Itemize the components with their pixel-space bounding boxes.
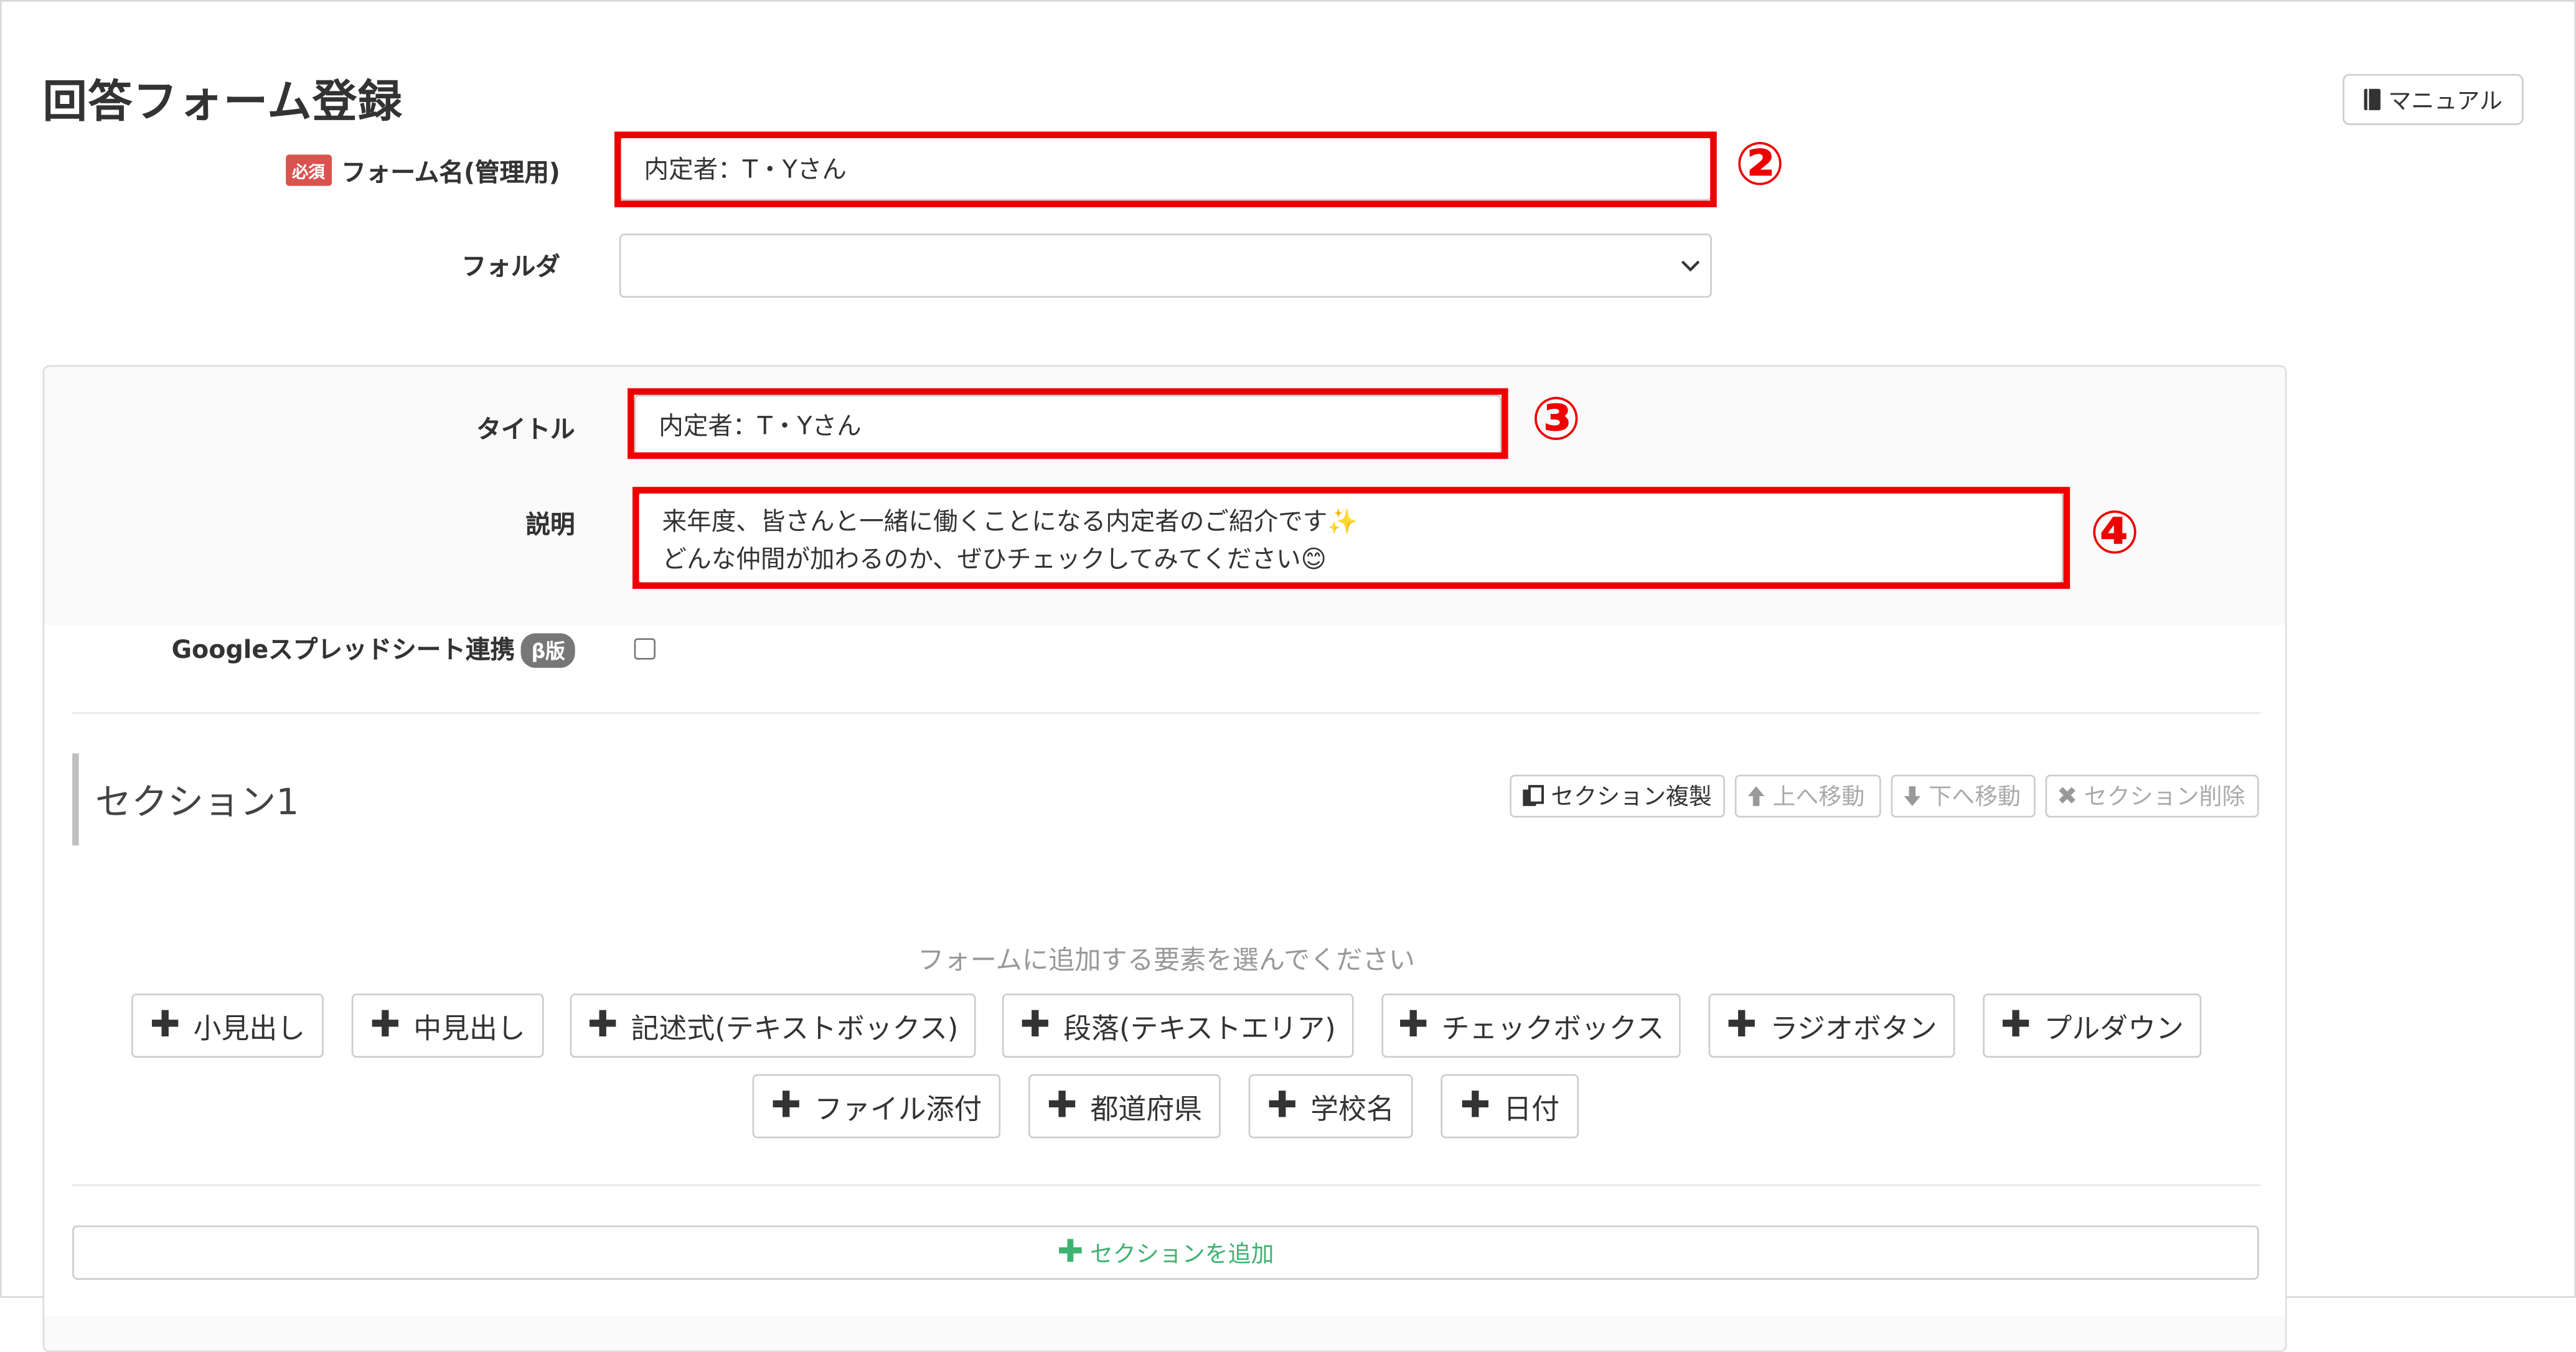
element-label: チェックボックス — [1441, 1013, 1665, 1046]
title-label: タイトル — [476, 414, 575, 444]
arrow-down-icon — [1904, 786, 1920, 806]
close-icon: ✖ — [2057, 781, 2078, 811]
plus-icon: ✚ — [1020, 1004, 1051, 1046]
add-file-button[interactable]: ✚ ファイル添付 — [752, 1074, 1001, 1138]
plus-icon: ✚ — [1726, 1004, 1757, 1046]
form-name-label-row: 必須 フォーム名(管理用) — [164, 154, 560, 189]
copy-section-button[interactable]: セクション複製 — [1510, 774, 1725, 818]
plus-icon: ✚ — [1460, 1084, 1491, 1126]
description-line-2: どんな仲間が加わるのか、ぜひチェックしてみてください😊 — [662, 544, 1327, 575]
add-school-button[interactable]: ✚ 学校名 — [1248, 1074, 1413, 1138]
chevron-down-icon — [1681, 260, 1700, 272]
element-label: 記述式(テキストボックス) — [631, 1013, 959, 1046]
plus-icon: ✚ — [1057, 1233, 1084, 1270]
element-label: プルダウン — [2044, 1013, 2184, 1046]
title-value: 内定者：T・Yさん — [659, 411, 862, 441]
add-element-hint: フォームに追加する要素を選んでください — [918, 944, 1416, 976]
description-textarea[interactable]: 来年度、皆さんと一緒に働くことになる内定者のご紹介です✨ どんな仲間が加わるのか… — [637, 492, 2064, 584]
divider — [72, 1184, 2261, 1186]
add-date-button[interactable]: ✚ 日付 — [1441, 1074, 1579, 1138]
move-up-button[interactable]: 上へ移動 — [1734, 774, 1881, 818]
plus-icon: ✚ — [587, 1004, 618, 1046]
folder-label: フォルダ — [461, 251, 560, 281]
annotation-2: ② — [1734, 131, 1785, 199]
add-radio-button[interactable]: ✚ ラジオボタン — [1708, 993, 1955, 1058]
add-small-heading-button[interactable]: ✚ 小見出し — [131, 993, 324, 1058]
element-label: 都道府県 — [1090, 1094, 1203, 1127]
move-down-label: 下へ移動 — [1929, 784, 2021, 811]
page-title: 回答フォーム登録 — [42, 77, 403, 129]
element-label: 段落(テキストエリア) — [1063, 1013, 1336, 1046]
element-label: 学校名 — [1310, 1094, 1394, 1127]
element-label: ファイル添付 — [814, 1094, 982, 1127]
plus-icon: ✚ — [1267, 1084, 1298, 1126]
delete-section-label: セクション削除 — [2084, 784, 2245, 811]
copy-section-label: セクション複製 — [1551, 784, 1712, 811]
copy-icon — [1523, 785, 1544, 806]
element-label: 中見出し — [413, 1013, 525, 1046]
divider — [72, 712, 2261, 714]
delete-section-button[interactable]: ✖ セクション削除 — [2045, 774, 2259, 818]
title-input[interactable]: 内定者：T・Yさん — [634, 395, 1502, 456]
form-name-value: 内定者：T・Yさん — [644, 154, 847, 184]
arrow-up-icon — [1747, 786, 1765, 806]
sheets-label-row: Googleスプレッドシート連携 β版 — [66, 632, 575, 668]
add-medium-heading-button[interactable]: ✚ 中見出し — [351, 993, 544, 1058]
sheets-label: Googleスプレッドシート連携 — [171, 635, 515, 665]
plus-icon: ✚ — [370, 1004, 401, 1046]
folder-select[interactable] — [619, 233, 1712, 298]
element-label: 小見出し — [193, 1013, 306, 1046]
element-label: ラジオボタン — [1770, 1013, 1937, 1046]
beta-badge: β版 — [521, 633, 575, 668]
form-name-label: フォーム名(管理用) — [341, 157, 560, 188]
move-down-button[interactable]: 下へ移動 — [1891, 774, 2036, 818]
add-checkbox-button[interactable]: ✚ チェックボックス — [1381, 993, 1681, 1058]
move-up-label: 上へ移動 — [1772, 784, 1865, 811]
annotation-3: ③ — [1531, 387, 1581, 454]
sheets-checkbox[interactable] — [634, 638, 656, 660]
add-section-button[interactable]: ✚ セクションを追加 — [72, 1225, 2259, 1280]
add-pulldown-button[interactable]: ✚ プルダウン — [1983, 993, 2202, 1058]
add-section-label: セクションを追加 — [1089, 1241, 1274, 1268]
plus-icon: ✚ — [771, 1084, 802, 1126]
manual-button[interactable]: マニュアル — [2343, 73, 2524, 125]
section-title: セクション1 — [95, 782, 299, 824]
form-name-input[interactable]: 内定者：T・Yさん — [619, 136, 1712, 201]
plus-icon: ✚ — [1046, 1084, 1078, 1126]
element-label: 日付 — [1503, 1094, 1559, 1127]
manual-button-label: マニュアル — [2388, 88, 2503, 115]
add-textbox-button[interactable]: ✚ 記述式(テキストボックス) — [570, 993, 976, 1058]
required-badge: 必須 — [285, 154, 332, 186]
section-accent-bar — [72, 753, 79, 846]
add-textarea-button[interactable]: ✚ 段落(テキストエリア) — [1002, 993, 1354, 1058]
book-icon — [2363, 88, 2381, 111]
plus-icon: ✚ — [1398, 1004, 1429, 1046]
description-label: 説明 — [525, 510, 575, 540]
description-line-1: 来年度、皆さんと一緒に働くことになる内定者のご紹介です✨ — [662, 506, 1358, 537]
annotation-4: ④ — [2089, 500, 2140, 568]
page: 回答フォーム登録 マニュアル 必須 フォーム名(管理用) 内定者：T・Yさん ② … — [0, 0, 2576, 1352]
plus-icon: ✚ — [2000, 1004, 2031, 1046]
add-prefecture-button[interactable]: ✚ 都道府県 — [1028, 1074, 1221, 1138]
plus-icon: ✚ — [149, 1004, 181, 1046]
